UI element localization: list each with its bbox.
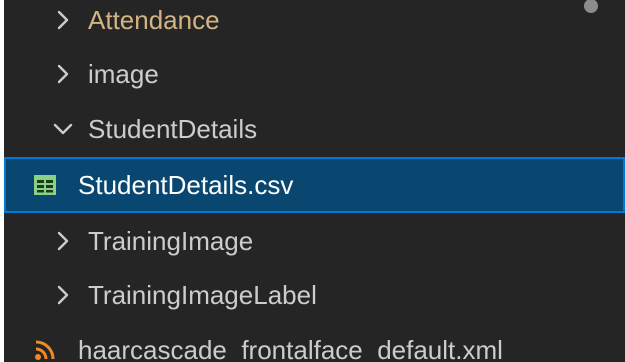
csv-table-icon <box>32 172 58 198</box>
chevron-down-icon[interactable] <box>52 115 74 143</box>
chevron-right-icon[interactable] <box>52 60 74 88</box>
chevron-right-icon[interactable] <box>52 6 74 34</box>
tree-item-studentdetails[interactable]: StudentDetails <box>4 101 625 157</box>
tree-item-label: StudentDetails.csv <box>78 169 294 200</box>
tree-item-attendance[interactable]: Attendance <box>4 0 625 48</box>
file-explorer-tree: Attendance image StudentDetails StudentD… <box>4 0 625 362</box>
tree-item-label: StudentDetails <box>88 113 258 144</box>
tree-item-trainingimagelabel[interactable]: TrainingImageLabel <box>4 267 625 323</box>
tree-item-studentdetails-csv[interactable]: StudentDetails.csv <box>4 157 625 213</box>
rss-feed-icon <box>32 337 58 362</box>
modified-dot-icon <box>584 0 598 13</box>
tree-item-label: TrainingImage <box>88 225 254 256</box>
tree-item-trainingimage[interactable]: TrainingImage <box>4 213 625 269</box>
tree-item-image[interactable]: image <box>4 46 625 102</box>
tree-item-label: image <box>88 58 159 89</box>
chevron-right-icon[interactable] <box>52 227 74 255</box>
tree-item-label: Attendance <box>88 4 220 35</box>
tree-item-label: TrainingImageLabel <box>88 279 317 310</box>
tree-item-haarcascade-xml[interactable]: haarcascade_frontalface_default.xml <box>4 322 625 362</box>
chevron-right-icon[interactable] <box>52 281 74 309</box>
tree-item-label: haarcascade_frontalface_default.xml <box>78 334 503 362</box>
